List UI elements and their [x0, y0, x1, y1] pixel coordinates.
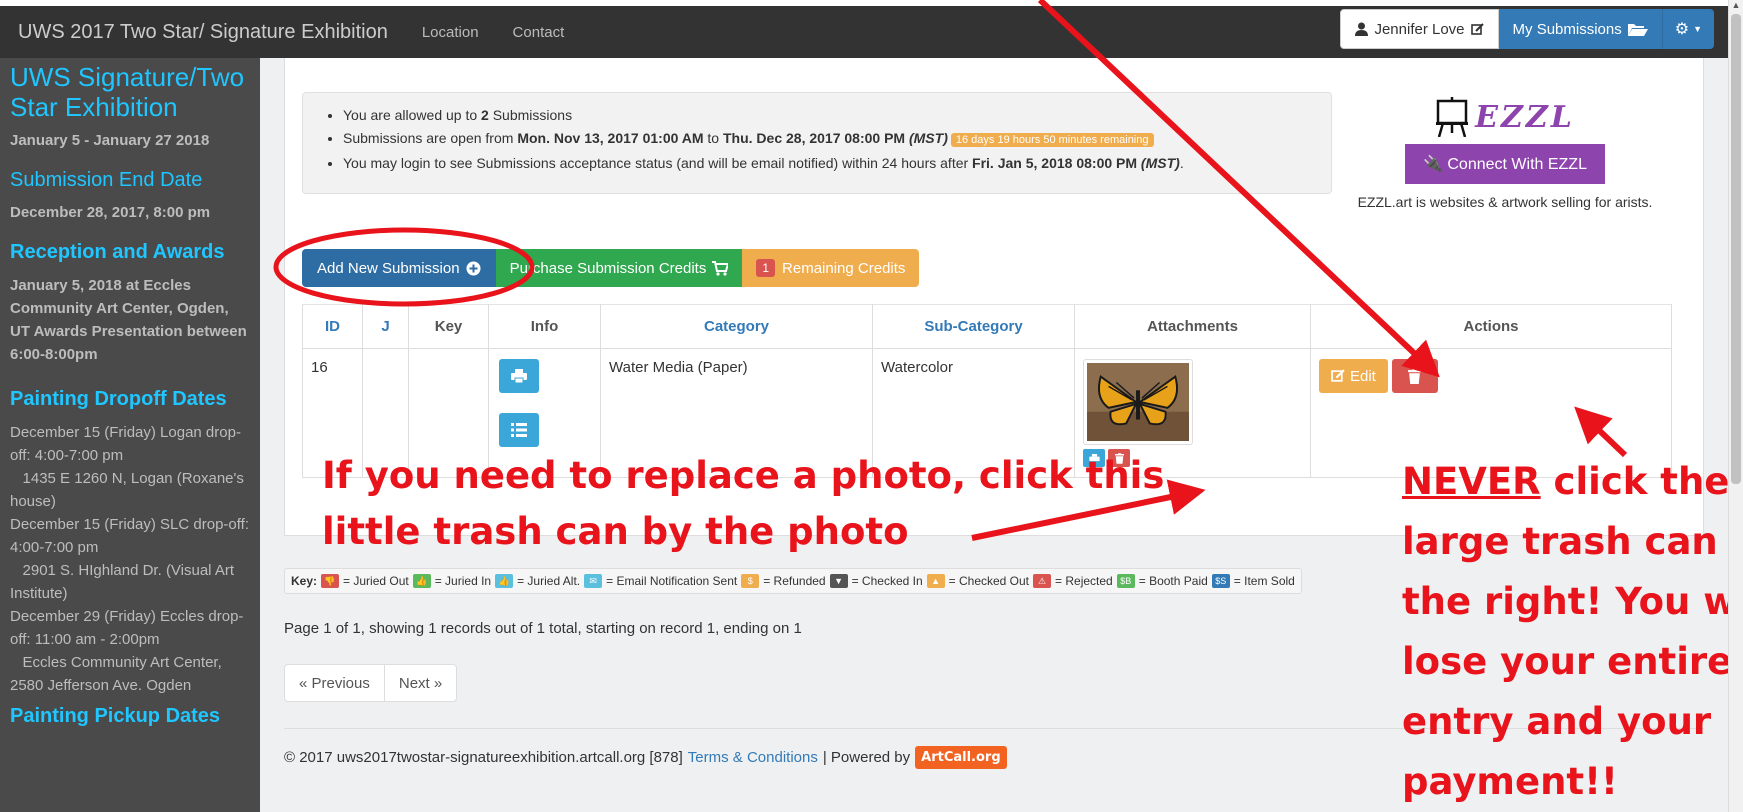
- row-actions: Edit: [1319, 359, 1663, 393]
- scroll-up-icon[interactable]: ▲: [1729, 0, 1743, 12]
- user-account-button[interactable]: Jennifer Love: [1340, 9, 1499, 49]
- nav-contact[interactable]: Contact: [513, 24, 565, 41]
- cart-icon: [712, 260, 729, 276]
- sidebar-dropoff-line: December 29 (Friday) Eccles drop-off: 11…: [10, 608, 244, 648]
- remaining-credits-button[interactable]: 1 Remaining Credits: [742, 249, 920, 287]
- details-list-button[interactable]: [499, 413, 539, 447]
- sidebar-reception-heading: Reception and Awards: [10, 241, 225, 263]
- credits-count-badge: 1: [756, 259, 776, 277]
- dollar-icon: $: [741, 574, 760, 588]
- thumbs-down-icon: 👎: [321, 574, 340, 588]
- delete-submission-button[interactable]: [1391, 359, 1438, 393]
- butterfly-painting-image: [1087, 363, 1189, 441]
- folder-open-icon: [1627, 24, 1648, 36]
- sidebar-dropoff-heading: Painting Dropoff Dates: [10, 388, 227, 410]
- settings-dropdown-button[interactable]: ⚙ ▼: [1661, 9, 1714, 49]
- plug-icon: 🔌: [1423, 156, 1443, 173]
- sidebar: UWS Signature/Two Star Exhibition Januar…: [0, 58, 260, 812]
- add-new-submission-button[interactable]: Add New Submission: [302, 249, 496, 287]
- pagination: « Previous Next »: [284, 664, 458, 702]
- col-category[interactable]: Category: [600, 304, 873, 349]
- col-attachments: Attachments: [1074, 304, 1311, 349]
- checkout-icon: ▲: [926, 574, 945, 588]
- submission-actions: Add New Submission Purchase Submission C…: [302, 249, 920, 287]
- user-name: Jennifer Love: [1374, 20, 1465, 38]
- previous-page-button[interactable]: « Previous: [284, 664, 385, 702]
- time-remaining-badge: 16 days 19 hours 50 minutes remaining: [950, 133, 1154, 147]
- sidebar-exhibition-title: UWS Signature/Two Star Exhibition: [10, 62, 245, 122]
- trash-icon: [1408, 368, 1422, 384]
- sidebar-pickup-heading: Painting Pickup Dates: [10, 705, 221, 727]
- artcall-logo[interactable]: ArtCall.org: [915, 746, 1007, 769]
- easel-icon: [1436, 97, 1469, 137]
- info-status-notice: You may login to see Submissions accepta…: [343, 152, 1331, 175]
- status-key-legend: Key: 👎 = Juried Out 👍 = Juried In 👍 = Jurie…: [284, 568, 1302, 594]
- sidebar-reception-text: January 5, 2018 at Eccles Community Art …: [10, 277, 247, 363]
- sidebar-end-heading: Submission End Date: [10, 169, 203, 191]
- ezzl-logo: EZZL: [1340, 92, 1670, 142]
- connect-ezzl-button[interactable]: 🔌 Connect With EZZL: [1405, 144, 1605, 184]
- info-allowed: You are allowed up to 2 Submissions: [343, 104, 1331, 127]
- annotation-never-click: NEVER click the large trash can on the r…: [1402, 460, 1743, 803]
- table-header-row: ID J Key Info Category Sub-Category Atta…: [302, 304, 1672, 349]
- key-label: Key:: [291, 574, 318, 588]
- gear-icon: ⚙: [1674, 21, 1690, 38]
- item-sold-icon: $S: [1211, 574, 1230, 588]
- edit-icon: [1331, 369, 1345, 382]
- purchase-credits-button[interactable]: Purchase Submission Credits: [495, 249, 743, 287]
- print-button[interactable]: [499, 359, 539, 393]
- col-j[interactable]: J: [362, 304, 409, 349]
- col-subcategory[interactable]: Sub-Category: [872, 304, 1075, 349]
- next-page-button[interactable]: Next »: [384, 664, 458, 702]
- footer-powered-by: | Powered by: [822, 749, 911, 766]
- col-key: Key: [408, 304, 489, 349]
- sidebar-end-date: December 28, 2017, 8:00 pm: [10, 204, 211, 221]
- terms-link[interactable]: Terms & Conditions: [688, 749, 818, 766]
- footer: © 2017 uws2017twostar-signatureexhibitio…: [284, 746, 1007, 769]
- list-icon: [511, 423, 527, 437]
- info-open-dates: Submissions are open from Mon. Nov 13, 2…: [343, 127, 1331, 152]
- thumbs-alt-icon: 👍: [495, 574, 514, 588]
- site-brand[interactable]: UWS 2017 Two Star/ Signature Exhibition: [0, 21, 388, 44]
- pagination-info: Page 1 of 1, showing 1 records out of 1 …: [284, 620, 802, 637]
- my-submissions-button[interactable]: My Submissions: [1498, 9, 1662, 49]
- submission-info-well: You are allowed up to 2 Submissions Subm…: [302, 92, 1332, 194]
- sidebar-dropoff-line: 1435 E 1260 N, Logan (Roxane's house): [10, 470, 249, 510]
- caret-down-icon: ▼: [1693, 24, 1702, 34]
- envelope-icon: ✉: [584, 574, 603, 588]
- page-scrollbar[interactable]: ▲: [1728, 0, 1743, 812]
- edit-profile-icon: [1470, 22, 1484, 35]
- my-submissions-label: My Submissions: [1512, 20, 1622, 38]
- top-navbar: UWS 2017 Two Star/ Signature Exhibition …: [0, 6, 1728, 58]
- thumbs-up-icon: 👍: [412, 574, 431, 588]
- annotation-replace-photo: If you need to replace a photo, click th…: [322, 454, 1165, 553]
- sidebar-dropoff-line: December 15 (Friday) Logan drop-off: 4:0…: [10, 424, 241, 464]
- scrollbar-thumb[interactable]: [1731, 14, 1741, 484]
- ezzl-promo: EZZL 🔌 Connect With EZZL EZZL.art is web…: [1340, 92, 1670, 213]
- sidebar-dropoff-line: Eccles Community Art Center, 2580 Jeffer…: [10, 654, 226, 694]
- sidebar-dropoff-line: 2901 S. HIghland Dr. (Visual Art Institu…: [10, 562, 239, 602]
- checkin-icon: ▼: [829, 574, 848, 588]
- attachment-thumbnail[interactable]: [1083, 359, 1193, 445]
- sidebar-dropoff-line: December 15 (Friday) SLC drop-off: 4:00-…: [10, 516, 249, 556]
- col-actions: Actions: [1310, 304, 1672, 349]
- warning-icon: ⚠: [1033, 574, 1052, 588]
- nav-location[interactable]: Location: [422, 24, 479, 41]
- edit-submission-button[interactable]: Edit: [1319, 359, 1388, 393]
- nav-right-group: Jennifer Love My Submissions ⚙ ▼: [1340, 9, 1714, 49]
- col-info: Info: [488, 304, 601, 349]
- sidebar-exhibition-dates: January 5 - January 27 2018: [10, 132, 210, 149]
- plus-circle-icon: [466, 261, 481, 275]
- print-icon: [511, 369, 527, 383]
- user-icon: [1355, 22, 1369, 36]
- booth-paid-icon: $B: [1116, 574, 1135, 588]
- ezzl-description: EZZL.art is websites & artwork selling f…: [1357, 194, 1653, 210]
- footer-copyright: © 2017 uws2017twostar-signatureexhibitio…: [284, 749, 683, 766]
- col-id[interactable]: ID: [302, 304, 363, 349]
